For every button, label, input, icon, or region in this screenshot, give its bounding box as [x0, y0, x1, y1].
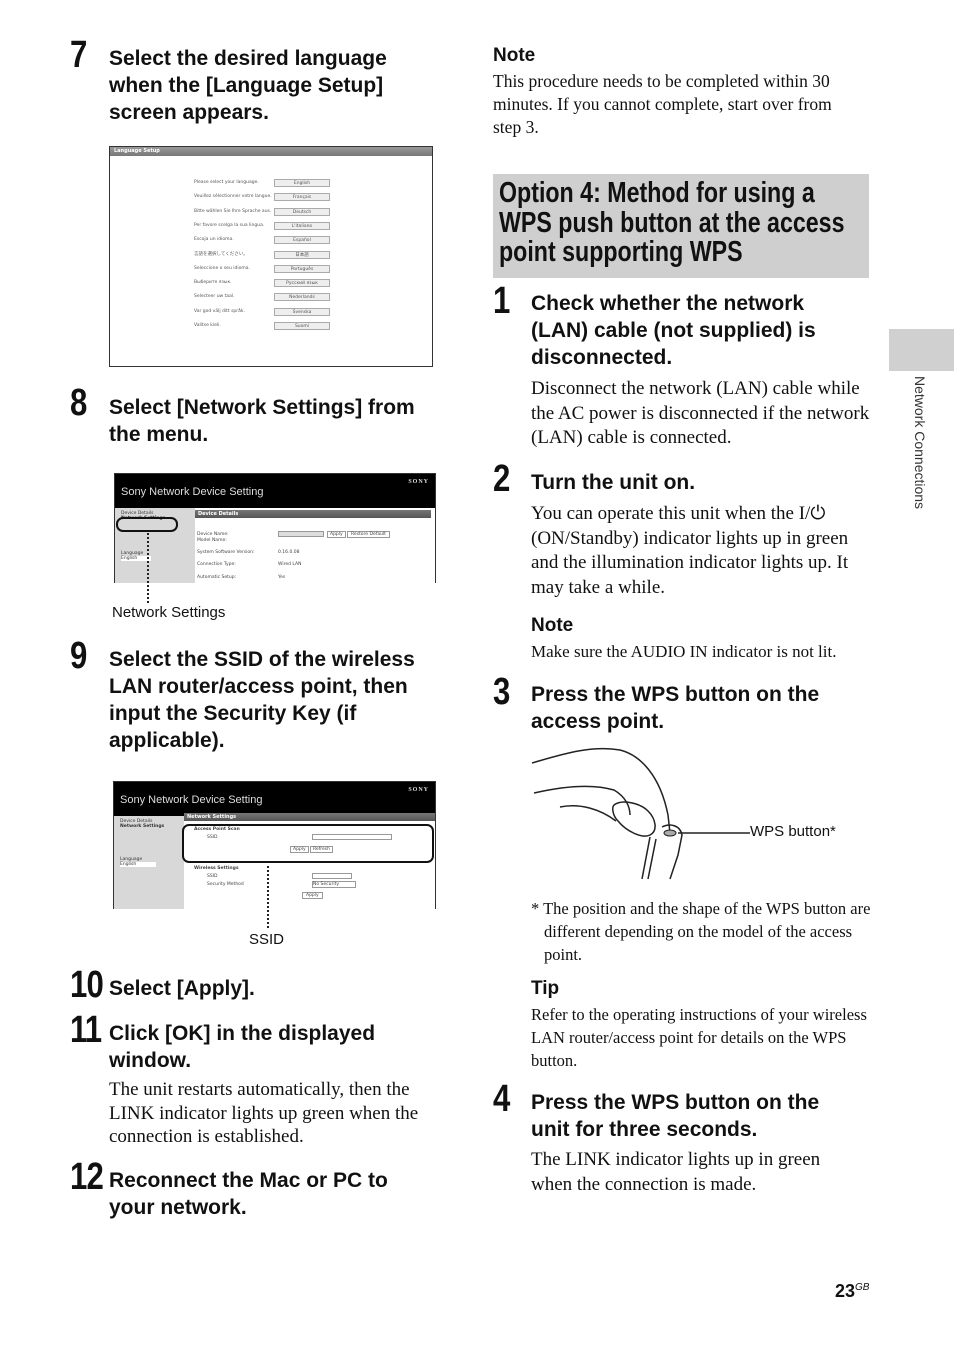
hand-pressing-wps-illustration	[531, 747, 750, 880]
device-field-value: 0.16.0.08	[278, 550, 300, 555]
step-body: You can operate this unit when the I/⏻ (…	[531, 503, 849, 598]
language-button: Français	[274, 193, 330, 202]
language-button: L'italiano	[274, 221, 330, 230]
device-field-label: Connection Type:	[197, 562, 236, 567]
step-heading: Check whether the network (LAN) cable (n…	[531, 292, 816, 369]
page-number-value: 23	[835, 1281, 856, 1301]
section-bar: Device Details	[195, 510, 431, 518]
device-field-label: Device Name:	[197, 532, 229, 537]
sony-logo: SONY	[408, 479, 429, 485]
highlight-ring	[182, 824, 434, 863]
step-heading: Select [Apply].	[109, 977, 255, 1000]
device-field-value: Wired LAN	[278, 562, 302, 567]
language-button: 日本語	[274, 250, 330, 259]
language-prompt: Veuillez sélectionner votre langue.	[194, 194, 272, 200]
note-title: Note	[493, 45, 536, 66]
step-body: The LINK indicator lights up in green wh…	[531, 1149, 821, 1195]
page-number: 23GB	[835, 1281, 869, 1302]
note-title: Note	[531, 615, 574, 636]
language-setup-screenshot: Language Setup Please select your langua…	[109, 146, 433, 367]
device-field-label: System Software Version:	[197, 550, 255, 555]
note-body: This procedure needs to be completed wit…	[493, 71, 832, 137]
security-select: No Security	[312, 881, 356, 888]
language-prompt: Seleccione o seu idioma.	[194, 265, 250, 271]
step-body: Disconnect the network (LAN) cable while…	[531, 378, 870, 448]
screen-title: Language Setup	[110, 147, 432, 156]
language-prompt: Per favore scelga la sua lingua.	[194, 222, 265, 228]
language-select: English	[120, 862, 156, 867]
language-button: Svenska	[274, 307, 330, 316]
step-number: 2	[493, 458, 510, 500]
tip-body: Refer to the operating instructions of y…	[531, 1005, 867, 1070]
step-heading: Select the desired language when the [La…	[109, 47, 387, 124]
section-title: Option 4: Method for using a WPS push bu…	[499, 177, 845, 268]
callout-ssid: SSID	[249, 931, 285, 948]
step-heading: Press the WPS button on the access point…	[531, 683, 820, 733]
highlight-ring	[116, 517, 178, 532]
step-heading: Click [OK] in the displayed window.	[109, 1022, 376, 1072]
step-body: The unit restarts automatically, then th…	[109, 1079, 419, 1147]
apply-button: Apply	[327, 531, 346, 538]
language-button: Deutsch	[274, 207, 330, 216]
step-heading: Select the SSID of the wireless LAN rout…	[109, 648, 415, 752]
ssid-input	[312, 873, 352, 879]
callout-line	[147, 533, 149, 603]
callout-line	[267, 866, 269, 928]
side-tab-label: Network Connections	[912, 376, 928, 510]
step-heading: Press the WPS button on the unit for thr…	[531, 1091, 820, 1141]
footnote: * The position and the shape of the WPS …	[531, 899, 871, 964]
step-number: 8	[70, 382, 87, 424]
screen-title: Sony Network Device Setting	[121, 486, 264, 498]
step-number: 10	[70, 964, 104, 1006]
step-number: 9	[70, 635, 87, 677]
language-prompt: Bitte wählen Sie Ihre Sprache aus.	[194, 208, 272, 214]
language-prompt: 言語を選択してください。	[194, 251, 248, 257]
language-button: Nederlands	[274, 293, 330, 302]
note-body: Make sure the AUDIO IN indicator is not …	[531, 642, 837, 661]
step-number: 12	[70, 1156, 104, 1198]
language-button: Español	[274, 236, 330, 245]
language-prompt: Valitse kieli.	[194, 323, 221, 328]
step-number: 11	[70, 1009, 102, 1051]
wireless-legend: Wireless Settings	[194, 866, 239, 871]
callout-network-settings: Network Settings	[112, 604, 226, 621]
language-button: Русский язык	[274, 279, 330, 288]
restore-default-button: Restore Default	[347, 531, 390, 538]
step-heading: Select [Network Settings] from the menu.	[109, 396, 415, 446]
page-suffix: GB	[855, 1282, 870, 1293]
device-name-input	[278, 531, 324, 537]
ssid-label: SSID	[207, 874, 218, 879]
language-button: Suomi	[274, 322, 330, 330]
language-button: English	[274, 179, 330, 187]
language-prompt: Escoja un idioma.	[194, 237, 234, 243]
device-field-label: Automatic Setup:	[197, 575, 237, 580]
device-field-label: Model Name:	[197, 538, 227, 543]
step-number: 3	[493, 671, 510, 713]
device-field-value: Yes	[278, 575, 286, 580]
side-tab-marker	[889, 329, 954, 371]
step-heading: Turn the unit on.	[531, 471, 696, 494]
step-heading: Reconnect the Mac or PC to your network.	[109, 1169, 388, 1219]
language-button: Português	[274, 264, 330, 273]
screen-title: Sony Network Device Setting	[120, 794, 263, 806]
language-prompt: Var god välj ditt språk.	[194, 308, 245, 314]
language-prompt: Please select your language.	[194, 180, 259, 185]
wps-button-label: WPS button*	[750, 823, 836, 840]
tip-title: Tip	[531, 978, 560, 999]
step-number: 7	[70, 34, 87, 76]
section-title-box: Option 4: Method for using a WPS push bu…	[493, 174, 869, 278]
step-number: 1	[493, 280, 510, 322]
apply-button: Apply	[302, 892, 323, 899]
wps-button-icon	[663, 829, 677, 837]
language-prompt: Выберите язык.	[194, 280, 232, 286]
section-bar: Network Settings	[184, 813, 435, 821]
sony-logo: SONY	[408, 787, 429, 793]
menu-network-settings: Network Settings	[120, 824, 165, 829]
step-number: 4	[493, 1078, 510, 1120]
language-prompt: Selecteer uw taal.	[194, 294, 235, 300]
security-label: Security Method	[207, 882, 244, 887]
